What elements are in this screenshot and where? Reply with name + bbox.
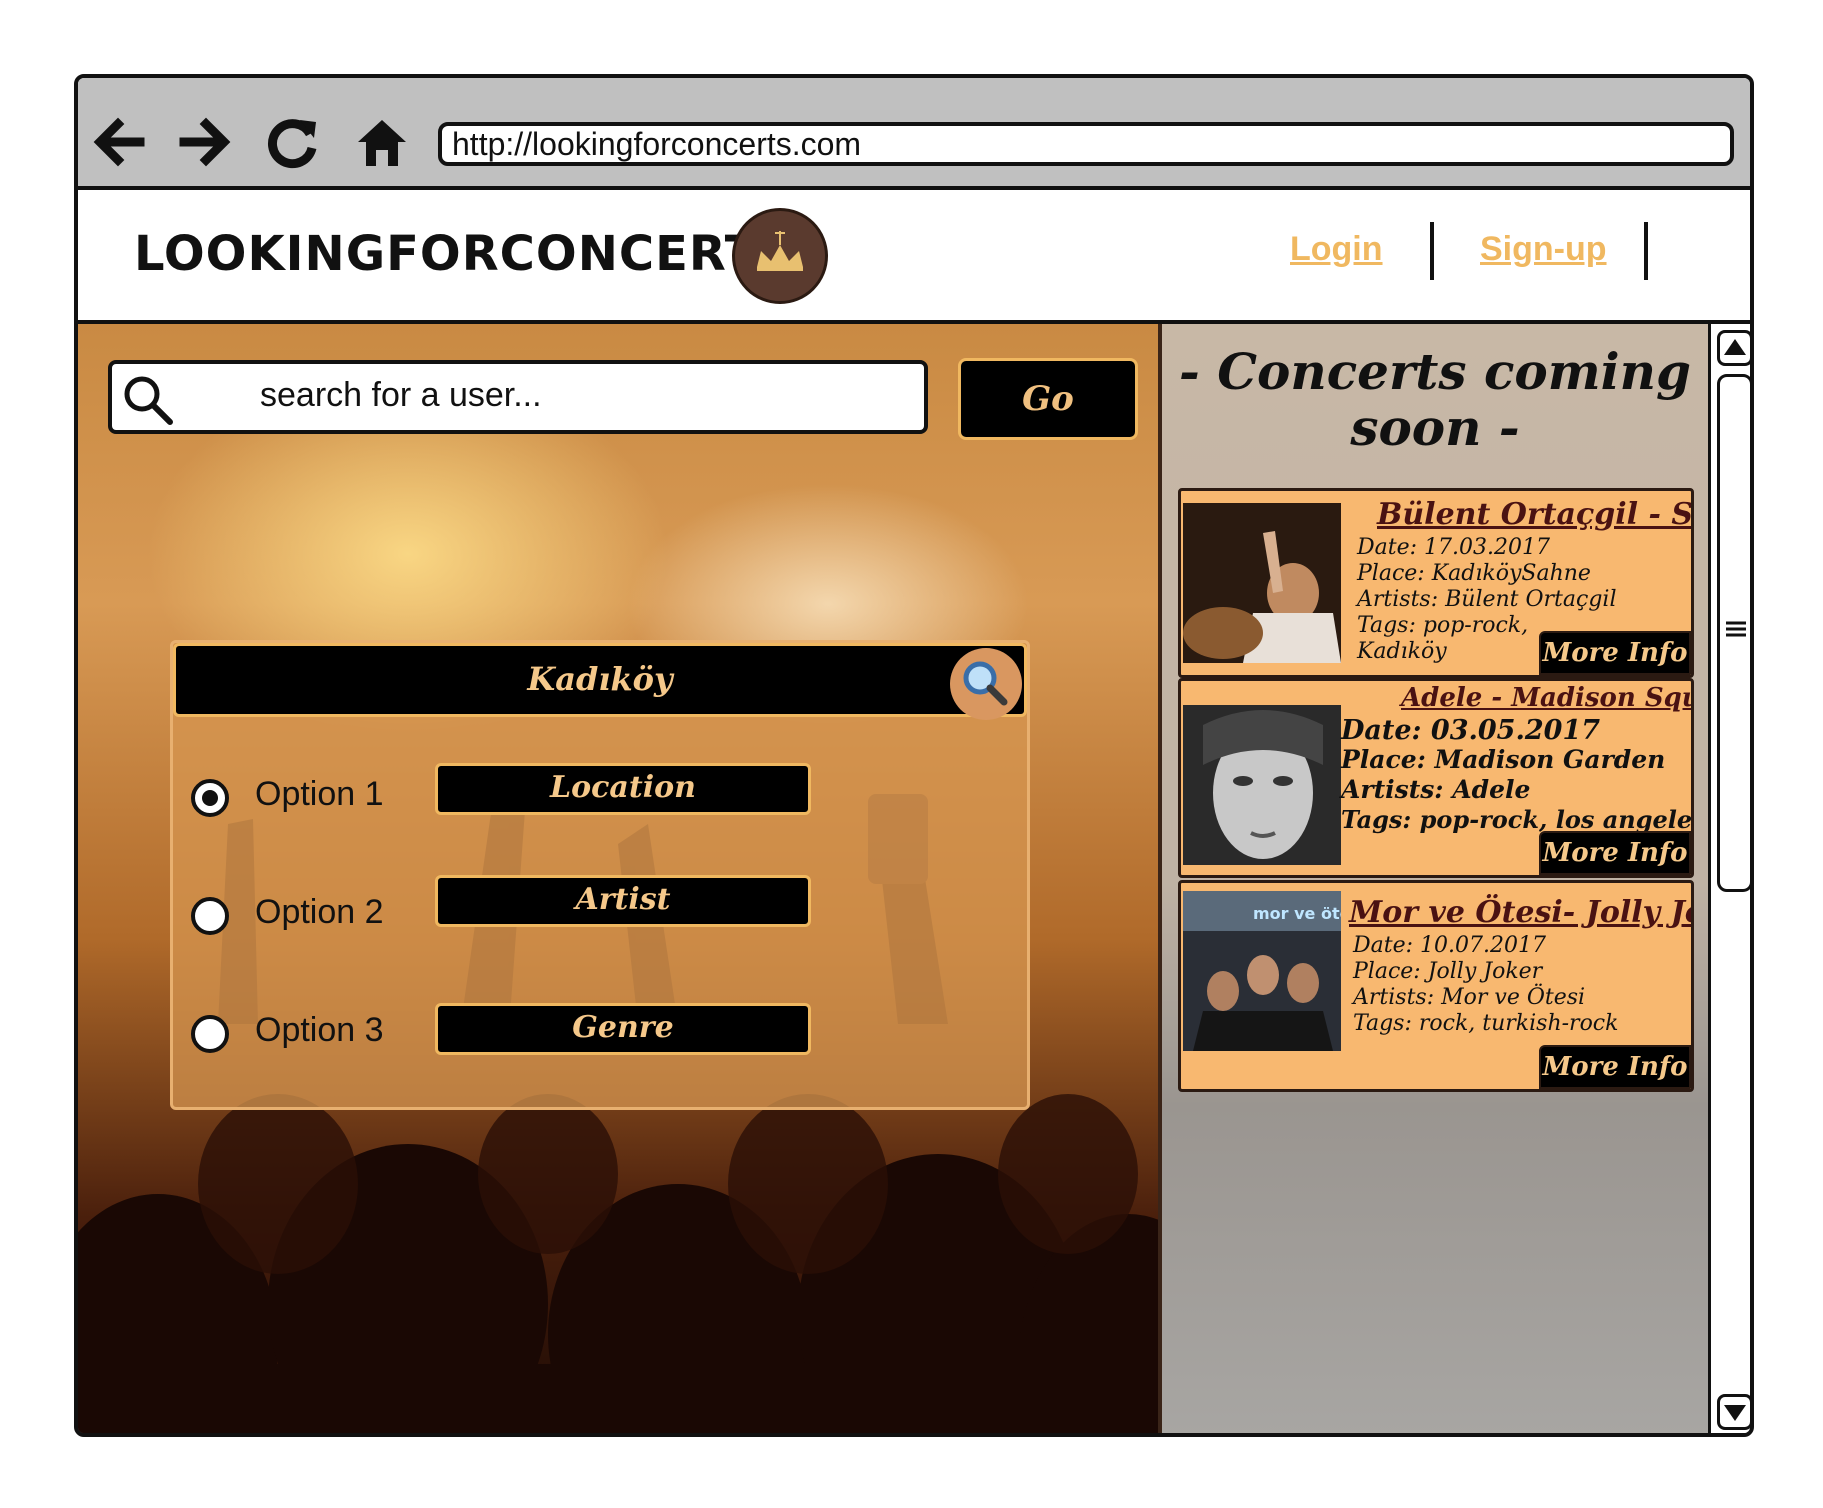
concert-place: Place: Madison Garden: [1341, 745, 1666, 774]
browser-window: http://lookingforconcerts.com LOOKINGFOR…: [74, 74, 1754, 1437]
scroll-thumb[interactable]: [1717, 374, 1750, 892]
option-3-radio[interactable]: [191, 1015, 229, 1053]
location-button[interactable]: Location: [435, 763, 811, 815]
more-info-button[interactable]: More Info: [1539, 831, 1691, 875]
search-icon: [124, 376, 173, 425]
concert-artists: Artists: Adele: [1341, 775, 1531, 804]
scroll-up-icon[interactable]: [1717, 330, 1750, 366]
concert-place: Place: Jolly Joker: [1353, 959, 1543, 984]
concert-tags-cont: Kadıköy: [1357, 639, 1447, 664]
concert-date: Date: 03.05.2017: [1341, 715, 1601, 746]
scroll-down-icon[interactable]: [1717, 1394, 1750, 1430]
site-header: LOOKINGFORCONCERTS Login Sign-up: [78, 190, 1750, 324]
divider: [1644, 222, 1648, 280]
option-3-label: Option 3: [255, 1011, 384, 1049]
option-2-label: Option 2: [255, 893, 384, 931]
option-1-label: Option 1: [255, 775, 384, 813]
option-1-radio[interactable]: [191, 779, 229, 817]
concert-artists: Artists: Mor ve Ötesi: [1353, 985, 1586, 1010]
url-bar[interactable]: http://lookingforconcerts.com: [438, 122, 1734, 166]
panel-title: - Concerts coming soon -: [1162, 344, 1708, 456]
divider: [1430, 222, 1434, 280]
panel-title-line-1: - Concerts coming: [1179, 342, 1691, 401]
go-button[interactable]: Go: [958, 358, 1138, 440]
concert-artists: Artists: Bülent Ortaçgil: [1357, 587, 1617, 612]
image-caption: mor ve ötesi: [1253, 904, 1341, 923]
reload-icon[interactable]: [266, 114, 322, 170]
signup-link[interactable]: Sign-up: [1480, 230, 1607, 269]
filter-panel: Kadıköy Option 1 Location Option 2 Artis…: [170, 640, 1030, 1110]
concert-place: Place: KadıköySahne: [1357, 561, 1591, 586]
login-link[interactable]: Login: [1290, 230, 1383, 269]
back-arrow-icon[interactable]: [90, 114, 146, 170]
concert-tags: Tags: pop-rock,: [1357, 613, 1529, 638]
concert-image-adele: [1183, 705, 1341, 865]
magnifier-icon[interactable]: [950, 648, 1022, 720]
concert-image-mor-ve-otesi: mor ve ötesi: [1183, 891, 1341, 1051]
browser-toolbar: http://lookingforconcerts.com: [78, 78, 1750, 190]
concert-tags: Tags: pop-rock, los angeles: [1341, 805, 1694, 834]
user-search-input[interactable]: search for a user...: [108, 360, 928, 434]
forward-arrow-icon[interactable]: [178, 114, 234, 170]
genre-button[interactable]: Genre: [435, 1003, 811, 1055]
scrollbar[interactable]: [1708, 324, 1750, 1433]
concert-card: mor ve ötesi Mor ve Ötesi- Jolly Joker D…: [1178, 880, 1694, 1092]
grip-icon: [1726, 621, 1746, 637]
logo: [732, 208, 828, 304]
concert-title[interactable]: Bülent Ortaçgil - Sen: [1377, 497, 1691, 532]
concert-card: Adele - Madison Square Date: 03.05.2017 …: [1178, 678, 1694, 878]
search-placeholder: search for a user...: [260, 376, 542, 414]
artist-button[interactable]: Artist: [435, 875, 811, 927]
site-title: LOOKINGFORCONCERTS: [134, 226, 794, 282]
concert-date: Date: 10.07.2017: [1353, 933, 1546, 958]
main-content: search for a user... Go Kadıköy Option 1…: [78, 324, 1158, 1433]
concert-date: Date: 17.03.2017: [1357, 535, 1550, 560]
more-info-button[interactable]: More Info: [1539, 1045, 1691, 1089]
option-2-radio[interactable]: [191, 897, 229, 935]
concert-title[interactable]: Adele - Madison Square: [1401, 683, 1691, 713]
more-info-button[interactable]: More Info: [1539, 631, 1691, 675]
concert-title[interactable]: Mor ve Ötesi- Jolly Joker: [1349, 895, 1691, 930]
concert-card: Bülent Ortaçgil - Sen Date: 17.03.2017 P…: [1178, 488, 1694, 678]
upcoming-concerts-panel: - Concerts coming soon - Bülent Ortaçgil…: [1158, 324, 1708, 1433]
panel-title-line-2: soon -: [1350, 398, 1520, 457]
home-icon[interactable]: [354, 114, 410, 170]
location-filter-field[interactable]: Kadıköy: [173, 643, 1027, 720]
location-value: Kadıköy: [527, 660, 673, 698]
concert-image-bulent-ortacgil: [1183, 503, 1341, 663]
concert-tags: Tags: rock, turkish-rock: [1353, 1011, 1619, 1036]
